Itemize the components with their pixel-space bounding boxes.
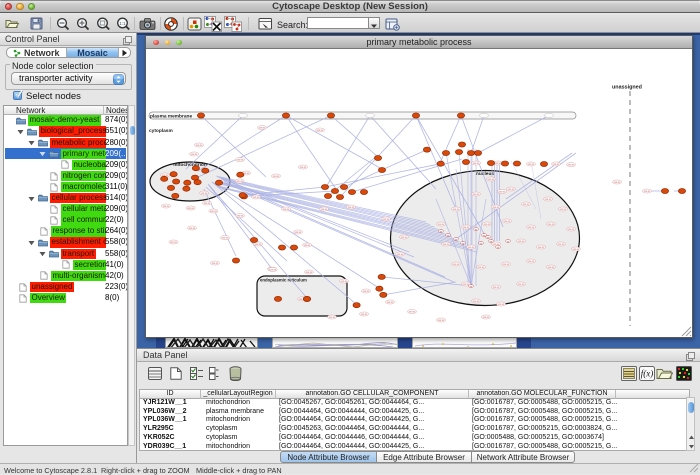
svg-text:xxx-xx: xxx-xx — [401, 236, 409, 239]
svg-text:xxx-xx: xxx-xx — [163, 205, 171, 208]
svg-text:xxx-xx: xxx-xx — [499, 190, 507, 193]
svg-text:xxx-xx: xxx-xx — [523, 203, 531, 206]
svg-text:xxx-xx: xxx-xx — [545, 198, 553, 201]
svg-text:xxx-xx: xxx-xx — [191, 153, 199, 156]
svg-text:xxx-xx: xxx-xx — [363, 290, 371, 293]
svg-text:xxx-xx: xxx-xx — [493, 206, 501, 209]
svg-text:xxx-xx: xxx-xx — [463, 226, 471, 229]
svg-text:xxx-xx: xxx-xx — [237, 159, 245, 162]
svg-text:xxx-xx: xxx-xx — [528, 260, 536, 263]
svg-text:xxx-xx: xxx-xx — [361, 313, 369, 316]
svg-text:xxx-xx: xxx-xx — [255, 243, 263, 246]
svg-text:xxx-xx: xxx-xx — [348, 206, 356, 209]
svg-text:xxx-xx: xxx-xx — [614, 181, 622, 184]
svg-text:xxx-xx: xxx-xx — [498, 303, 506, 306]
svg-text:endoplasmic reticulum: endoplasmic reticulum — [260, 278, 307, 283]
svg-text:xxx-xx: xxx-xx — [560, 208, 568, 211]
svg-text:xxx-xx: xxx-xx — [317, 129, 325, 132]
svg-text:xxx-xx: xxx-xx — [438, 223, 446, 226]
svg-text:xxx-xx: xxx-xx — [468, 246, 476, 249]
svg-text:xxx-xx: xxx-xx — [553, 163, 561, 166]
svg-text:xxx-xx: xxx-xx — [236, 180, 244, 183]
svg-text:xxx-xx: xxx-xx — [558, 243, 566, 246]
svg-text:xxx-xx: xxx-xx — [196, 144, 204, 147]
svg-text:xxx-xx: xxx-xx — [453, 208, 461, 211]
svg-text:unassigned: unassigned — [612, 85, 642, 91]
svg-text:xxx-xx: xxx-xx — [493, 286, 501, 289]
svg-text:xxx-xx: xxx-xx — [504, 220, 512, 223]
svg-text:xxx-xx: xxx-xx — [528, 163, 536, 166]
svg-text:xxx-xx: xxx-xx — [269, 268, 277, 271]
svg-text:xxx-xx: xxx-xx — [538, 246, 546, 249]
svg-text:xxx-xx: xxx-xx — [253, 196, 261, 199]
svg-text:xxx-xx: xxx-xx — [283, 208, 291, 211]
svg-text:xxx-xx: xxx-xx — [210, 210, 218, 213]
svg-text:xxx-xx: xxx-xx — [329, 316, 337, 319]
svg-text:xxx-xx: xxx-xx — [528, 226, 536, 229]
svg-text:xxx-xx: xxx-xx — [300, 166, 308, 169]
svg-text:xxx-xx: xxx-xx — [473, 300, 481, 303]
svg-text:xxx-xx: xxx-xx — [484, 223, 492, 226]
svg-text:xxx-xx: xxx-xx — [170, 241, 178, 244]
svg-text:xxx-xx: xxx-xx — [568, 163, 576, 166]
svg-text:xxx-xx: xxx-xx — [259, 127, 267, 130]
svg-text:xxx-xx: xxx-xx — [508, 188, 516, 191]
svg-text:xxx-xx: xxx-xx — [204, 202, 212, 205]
svg-text:xxx-xx: xxx-xx — [495, 162, 503, 165]
svg-text:xxx-xx: xxx-xx — [473, 193, 481, 196]
svg-text:xxx-xx: xxx-xx — [295, 231, 303, 234]
svg-text:xxx-xx: xxx-xx — [187, 207, 195, 210]
svg-text:xxx-xx: xxx-xx — [387, 301, 395, 304]
svg-text:xxx-xx: xxx-xx — [306, 271, 314, 274]
svg-text:xxx-xx: xxx-xx — [201, 192, 209, 195]
svg-text:xxx-xx: xxx-xx — [222, 237, 230, 240]
svg-text:xxx-xx: xxx-xx — [409, 310, 417, 313]
svg-text:xxx-xx: xxx-xx — [483, 316, 491, 319]
svg-text:plasma membrane: plasma membrane — [150, 114, 192, 120]
svg-text:xxx-xx: xxx-xx — [573, 248, 581, 251]
svg-text:xxx-xx: xxx-xx — [189, 227, 197, 230]
svg-text:xxx-xx: xxx-xx — [273, 175, 281, 178]
svg-text:xxx-xx: xxx-xx — [548, 266, 556, 269]
svg-text:xxx-xx: xxx-xx — [478, 266, 486, 269]
svg-text:xxx-xx: xxx-xx — [518, 240, 526, 243]
svg-text:xxx-xx: xxx-xx — [644, 190, 652, 193]
svg-text:xxx-xx: xxx-xx — [237, 215, 245, 218]
svg-text:xxx-xx: xxx-xx — [453, 263, 461, 266]
svg-text:xxx-xx: xxx-xx — [443, 243, 451, 246]
svg-text:xxx-xx: xxx-xx — [304, 244, 312, 247]
svg-text:xxx-xx: xxx-xx — [341, 280, 349, 283]
svg-text:cytoplasm: cytoplasm — [149, 128, 173, 134]
svg-text:xxx-xx: xxx-xx — [473, 162, 481, 165]
svg-text:xxx-xx: xxx-xx — [488, 178, 496, 181]
svg-text:xxx-xx: xxx-xx — [548, 223, 556, 226]
svg-text:f(x): f(x) — [641, 369, 654, 379]
svg-text:xxx-xx: xxx-xx — [438, 319, 446, 322]
svg-text:xxx-xx: xxx-xx — [397, 253, 405, 256]
svg-text:xxx-xx: xxx-xx — [493, 243, 501, 246]
svg-text:xxx-xx: xxx-xx — [321, 208, 329, 211]
svg-text:1:1: 1:1 — [119, 21, 126, 26]
svg-text:xxx-xx: xxx-xx — [383, 218, 391, 221]
svg-text:xxx-xx: xxx-xx — [212, 262, 220, 265]
svg-text:xxx-xx: xxx-xx — [518, 283, 526, 286]
svg-text:xxx-xx: xxx-xx — [568, 228, 576, 231]
svg-text:xxx-xx: xxx-xx — [503, 263, 511, 266]
